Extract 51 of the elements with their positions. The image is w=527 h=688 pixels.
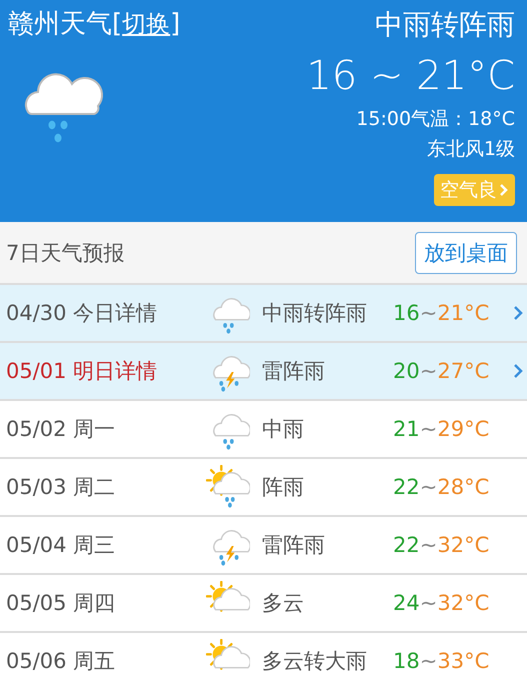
low-temperature: 24	[393, 591, 420, 615]
high-temperature: 27°C	[437, 359, 490, 383]
condition-text: 中雨	[261, 416, 305, 443]
tilde-separator: ~	[420, 359, 438, 383]
low-temperature: 22	[393, 533, 420, 557]
low-temperature: 21	[393, 417, 420, 441]
day-label: 04/30 今日详情	[6, 300, 158, 327]
condition-text: 雷阵雨	[261, 532, 326, 559]
low-temperature: 20	[393, 359, 420, 383]
forecast-row[interactable]: 04/30 今日详情 中雨转阵雨 16~21°C	[0, 285, 527, 343]
condition-text: 阵雨	[261, 474, 305, 501]
day-label: 05/05 周四	[6, 590, 116, 617]
condition-text: 多云	[261, 590, 305, 617]
tilde-separator: ~	[420, 591, 438, 615]
tilde-separator: ~	[420, 475, 438, 499]
tilde-separator: ~	[420, 649, 438, 673]
tilde-separator: ~	[420, 417, 438, 441]
temperature-range: 16 ~ 21°C	[306, 52, 515, 101]
day-label: 05/06 周五	[6, 648, 116, 675]
current-temperature: 15:00气温：18°C	[356, 107, 515, 132]
chevron-icon	[513, 363, 523, 379]
condition-text: 中雨转阵雨	[261, 300, 368, 327]
high-temperature: 28°C	[437, 475, 490, 499]
city-title: 赣州天气	[8, 8, 112, 41]
low-temperature: 18	[393, 649, 420, 673]
low-temperature: 16	[393, 301, 420, 325]
forecast-title: 7日天气预报	[6, 240, 124, 266]
high-temperature: 29°C	[437, 417, 490, 441]
low-temperature: 22	[393, 475, 420, 499]
condition-text: 多云转大雨	[261, 648, 368, 675]
high-temperature: 32°C	[437, 533, 490, 557]
condition-text: 中雨转阵雨	[375, 7, 515, 43]
sun-rain-cloud-icon	[206, 465, 250, 509]
bracket-close: ]	[170, 8, 180, 41]
condition-text: 雷阵雨	[261, 358, 326, 385]
high-temperature: 21°C	[437, 301, 490, 325]
wind-text: 东北风1级	[426, 137, 515, 162]
high-temperature: 32°C	[437, 591, 490, 615]
tilde-separator: ~	[420, 301, 438, 325]
day-label: 05/04 周三	[6, 532, 116, 559]
switch-city-link[interactable]: 切换	[122, 8, 170, 40]
tilde-separator: ~	[420, 533, 438, 557]
day-label: 05/02 周一	[6, 416, 116, 443]
day-label: 05/01 明日详情	[6, 358, 158, 385]
chevron-icon	[513, 305, 523, 321]
high-temperature: 33°C	[437, 649, 490, 673]
add-to-desktop-button[interactable]: 放到桌面	[415, 232, 517, 274]
bracket-open: [	[112, 8, 122, 41]
day-label: 05/03 周二	[6, 474, 116, 501]
chevron-icon	[499, 183, 509, 197]
forecast-row[interactable]: 05/01 明日详情 雷阵雨 20~27°C	[0, 343, 527, 401]
